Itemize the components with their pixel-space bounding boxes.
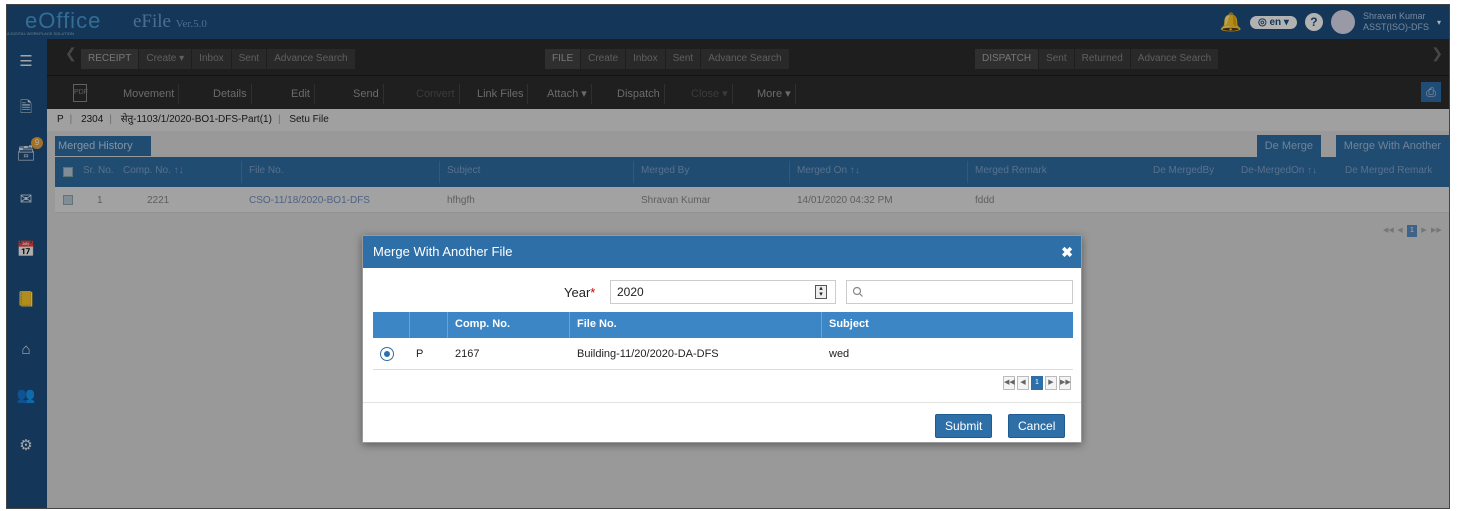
year-label-text: Year	[564, 285, 591, 300]
submit-button[interactable]: Submit	[935, 414, 993, 438]
col-comp-no: Comp. No.	[455, 318, 510, 330]
row-comp-no: 2167	[455, 348, 480, 360]
search-input[interactable]	[846, 280, 1073, 304]
col-divider	[821, 312, 822, 338]
close-icon[interactable]: ✖	[1061, 236, 1073, 268]
dialog-table-header: Comp. No. File No. Subject	[373, 312, 1073, 338]
prev-page-icon[interactable]: ◀	[1017, 376, 1029, 390]
row-subject: wed	[829, 348, 850, 360]
col-file-no: File No.	[577, 318, 617, 330]
year-label: Year*	[564, 285, 595, 300]
first-page-icon[interactable]: ◀◀	[1003, 376, 1015, 390]
year-value: 2020	[617, 285, 644, 299]
col-divider	[447, 312, 448, 338]
last-page-icon[interactable]: ▶▶	[1059, 376, 1071, 390]
dialog-pager: ◀◀ ◀ 1 ▶ ▶▶	[1003, 376, 1071, 390]
dialog-title: Merge With Another File	[373, 244, 513, 259]
table-row[interactable]: P 2167 Building-11/20/2020-DA-DFS wed	[373, 338, 1073, 370]
spinner-icon[interactable]: ▴ ▾	[815, 285, 827, 299]
current-page[interactable]: 1	[1031, 376, 1043, 390]
row-radio[interactable]	[380, 347, 394, 361]
year-select[interactable]: 2020 ▴ ▾	[610, 280, 836, 304]
dialog-footer-divider	[363, 402, 1081, 403]
row-type: P	[416, 348, 424, 360]
cancel-button[interactable]: Cancel	[1008, 414, 1066, 438]
dialog-header: Merge With Another File ✖	[363, 236, 1081, 268]
merge-file-dialog: Merge With Another File ✖ Year* 2020 ▴ ▾ …	[362, 235, 1082, 443]
col-subject: Subject	[829, 318, 869, 330]
col-divider	[569, 312, 570, 338]
col-divider	[409, 312, 410, 338]
next-page-icon[interactable]: ▶	[1045, 376, 1057, 390]
required-marker: *	[590, 285, 596, 300]
search-icon	[852, 286, 863, 297]
row-file-no: Building-11/20/2020-DA-DFS	[577, 348, 719, 360]
